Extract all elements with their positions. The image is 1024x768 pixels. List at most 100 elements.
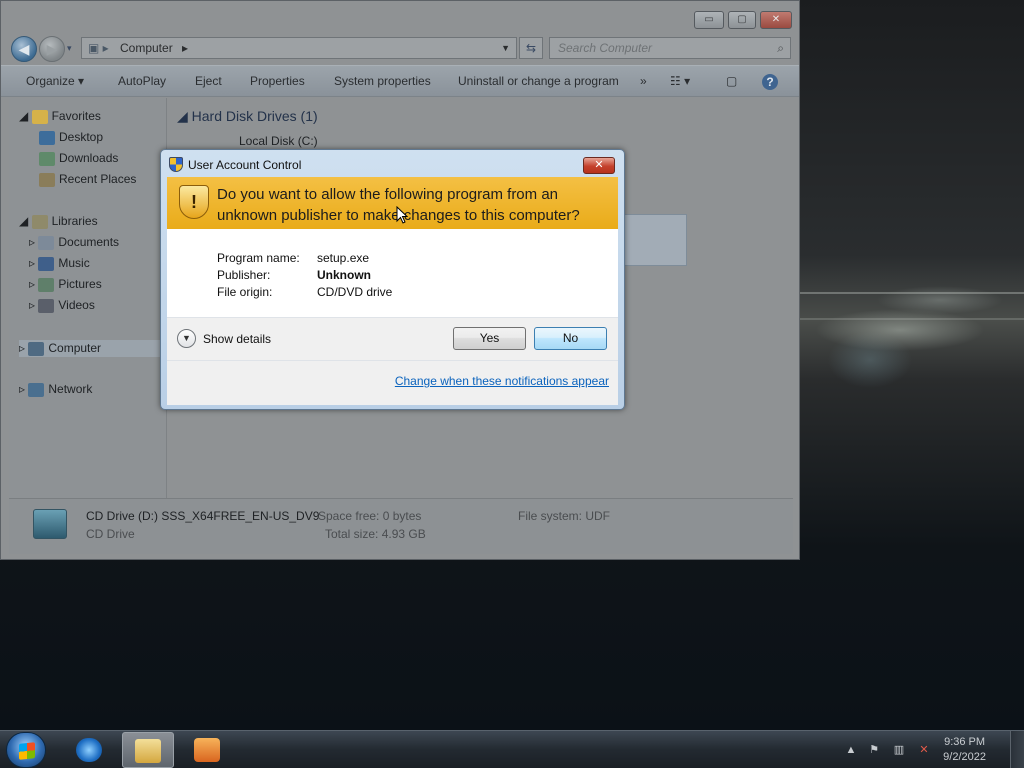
- network-icon: [28, 382, 45, 397]
- search-placeholder: Search Computer: [558, 41, 653, 55]
- computer-icon: ▣ ▸: [88, 41, 109, 55]
- warning-shield-icon: !: [179, 185, 209, 219]
- properties-button[interactable]: Properties: [250, 74, 305, 88]
- close-icon: ✕: [594, 159, 604, 171]
- windows-logo-icon: [19, 742, 35, 760]
- minimize-button[interactable]: ▭: [694, 11, 724, 29]
- navigation-pane: ◢ Favorites Desktop Downloads Recent Pla…: [9, 98, 167, 498]
- details-total-size: Total size: 4.93 GB: [325, 527, 426, 541]
- uac-footer: Change when these notifications appear: [167, 361, 618, 405]
- mouse-cursor-icon: [396, 206, 408, 224]
- search-input[interactable]: Search Computer ⌕: [549, 37, 791, 59]
- details-space-free: Space free: 0 bytes: [318, 509, 422, 523]
- uac-warning-banner: ! Do you want to allow the following pro…: [167, 177, 618, 229]
- network-status-icon[interactable]: ▥: [892, 743, 906, 757]
- recent-places-icon: [39, 172, 55, 187]
- yes-button[interactable]: Yes: [453, 327, 526, 350]
- nav-recent-places[interactable]: Recent Places: [39, 172, 136, 187]
- start-button[interactable]: [6, 732, 46, 768]
- action-center-flag-icon[interactable]: ⚑: [867, 743, 881, 757]
- arrow-left-icon: ◀: [18, 41, 30, 57]
- volume-muted-icon[interactable]: ✕: [917, 743, 931, 757]
- uac-question: Do you want to allow the following progr…: [217, 186, 580, 224]
- nav-network[interactable]: ▹ Network: [19, 382, 92, 397]
- libraries-icon: [31, 214, 48, 229]
- view-options-icon[interactable]: ☷ ▾: [670, 74, 690, 88]
- computer-icon: [28, 341, 45, 356]
- drive-local-disk-c[interactable]: Local Disk (C:): [239, 134, 318, 148]
- preview-pane-icon[interactable]: ▢: [726, 74, 737, 88]
- internet-explorer-icon: [76, 738, 102, 762]
- file-origin-label: File origin:: [217, 285, 273, 299]
- program-name-value: setup.exe: [317, 251, 370, 265]
- uac-dialog: User Account Control ✕ ! Do you want to …: [160, 149, 625, 410]
- selected-drive-tile[interactable]: [623, 214, 687, 266]
- details-file-system: File system: UDF: [518, 509, 611, 523]
- search-icon[interactable]: ⌕: [777, 38, 784, 58]
- autoplay-button[interactable]: AutoPlay: [118, 74, 166, 88]
- command-bar: Organize ▾ AutoPlay Eject Properties Sys…: [1, 65, 799, 97]
- recent-pages-dropdown[interactable]: ▾: [67, 43, 72, 54]
- folder-icon: [135, 739, 161, 763]
- refresh-button[interactable]: ⇆: [519, 37, 543, 59]
- details-subtitle: CD Drive: [86, 527, 135, 541]
- arrow-right-icon: ▶: [46, 41, 58, 57]
- no-button[interactable]: No: [534, 327, 607, 350]
- nav-documents[interactable]: ▹ Documents: [29, 235, 119, 250]
- breadcrumb-chevron-icon[interactable]: ▸: [182, 41, 188, 55]
- nav-videos[interactable]: ▹ Videos: [29, 298, 95, 313]
- uac-close-button[interactable]: ✕: [583, 157, 615, 174]
- forward-button[interactable]: ▶: [39, 36, 65, 62]
- clock-time: 9:36 PM: [944, 736, 986, 748]
- organize-menu[interactable]: Organize ▾: [26, 74, 84, 88]
- explorer-titlebar[interactable]: ▭ ▢ ✕: [1, 1, 799, 33]
- star-icon: [31, 109, 48, 124]
- wallpaper-light-streak: [800, 292, 1024, 294]
- desktop-icon: [39, 130, 55, 145]
- uac-body: Program name: setup.exe Publisher: Unkno…: [167, 229, 618, 405]
- show-desktop-button[interactable]: [1010, 731, 1024, 768]
- nav-libraries[interactable]: ◢ Libraries: [19, 214, 98, 229]
- back-button[interactable]: ◀: [11, 36, 37, 62]
- publisher-value: Unknown: [317, 268, 371, 282]
- address-row: ◀ ▶ ▾ ▣ ▸ Computer ▸ ▼ ⇆ Search Computer…: [1, 33, 799, 63]
- details-pane: CD Drive (D:) SSS_X64FREE_EN-US_DV9 CD D…: [9, 498, 793, 554]
- pictures-icon: [38, 277, 55, 292]
- nav-downloads[interactable]: Downloads: [39, 151, 118, 166]
- show-details-chevron-icon[interactable]: ▼: [177, 329, 196, 348]
- details-title: CD Drive (D:) SSS_X64FREE_EN-US_DV9: [86, 509, 320, 523]
- change-notifications-link[interactable]: Change when these notifications appear: [395, 374, 609, 388]
- downloads-icon: [39, 151, 55, 166]
- eject-button[interactable]: Eject: [195, 74, 222, 88]
- nav-favorites[interactable]: ◢ Favorites: [19, 109, 101, 124]
- nav-music[interactable]: ▹ Music: [29, 256, 90, 271]
- videos-icon: [38, 298, 55, 313]
- documents-icon: [38, 235, 55, 250]
- group-header-hard-disk-drives[interactable]: ◢ Hard Disk Drives (1): [177, 108, 318, 125]
- tray-clock[interactable]: 9:36 PM 9/2/2022: [943, 735, 986, 765]
- show-hidden-icons-button[interactable]: ▲: [844, 743, 858, 757]
- uac-button-row: ▼ Show details Yes No: [167, 318, 618, 360]
- uac-titlebar[interactable]: User Account Control: [169, 157, 301, 172]
- address-bar[interactable]: ▣ ▸ Computer ▸ ▼: [81, 37, 517, 59]
- clock-date: 9/2/2022: [943, 751, 986, 763]
- uninstall-program-button[interactable]: Uninstall or change a program: [458, 74, 619, 88]
- address-path: Computer: [120, 41, 173, 55]
- show-details-link[interactable]: Show details: [203, 332, 271, 346]
- taskbar-windows-explorer[interactable]: [122, 732, 174, 768]
- uac-shield-icon: [169, 157, 183, 172]
- system-properties-button[interactable]: System properties: [334, 74, 431, 88]
- help-icon[interactable]: ?: [762, 74, 778, 90]
- taskbar-media-player[interactable]: [182, 732, 234, 768]
- wallpaper-light-streak: [800, 318, 1024, 320]
- chevron-down-icon[interactable]: ▼: [501, 38, 510, 58]
- taskbar-internet-explorer[interactable]: [64, 732, 116, 768]
- more-commands-button[interactable]: »: [640, 74, 647, 88]
- music-icon: [38, 256, 55, 271]
- maximize-button[interactable]: ▢: [728, 11, 756, 29]
- close-button[interactable]: ✕: [760, 11, 792, 29]
- nav-computer[interactable]: ▹ Computer: [19, 340, 165, 357]
- nav-pictures[interactable]: ▹ Pictures: [29, 277, 102, 292]
- nav-desktop[interactable]: Desktop: [39, 130, 103, 145]
- file-origin-value: CD/DVD drive: [317, 285, 393, 299]
